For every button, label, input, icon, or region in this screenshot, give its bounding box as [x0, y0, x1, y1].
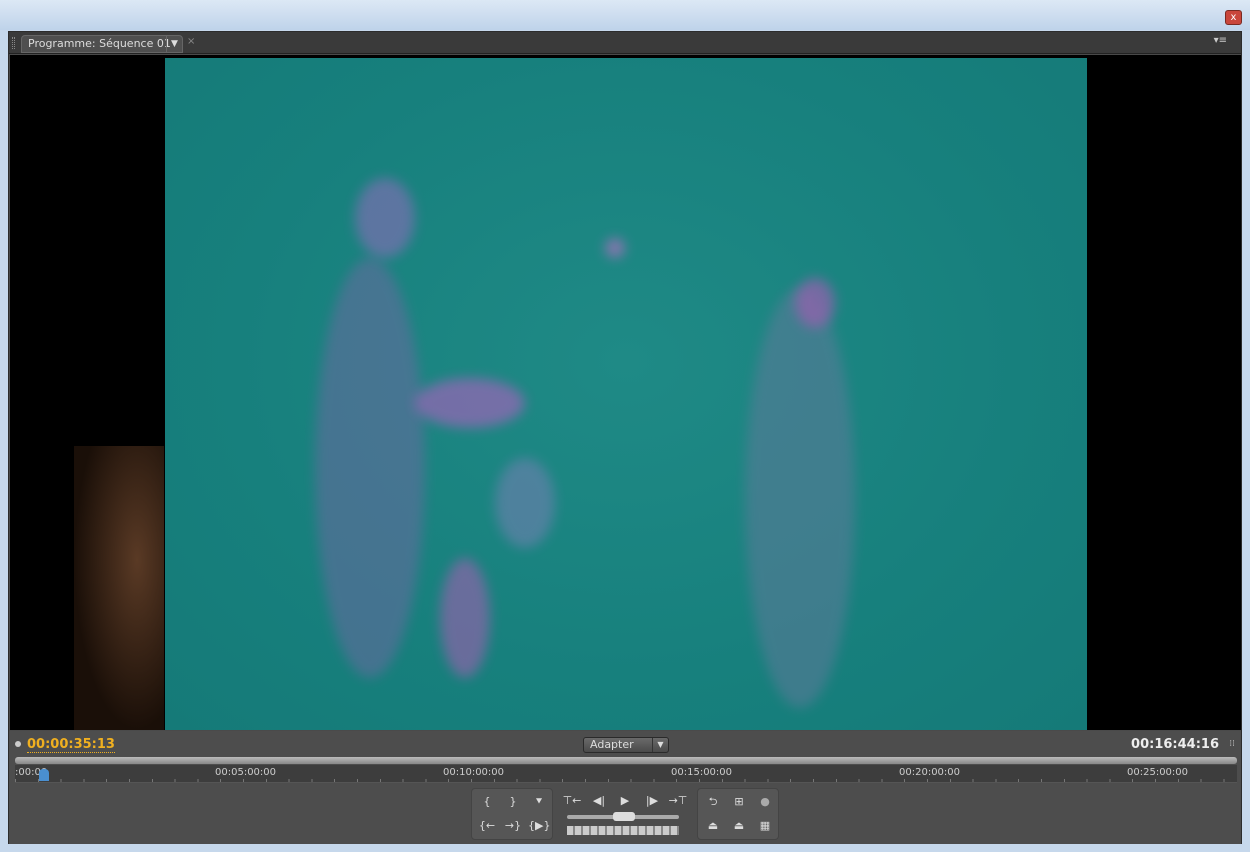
ruler-label: 00:05:00:00: [215, 767, 277, 778]
panel-grip-handle[interactable]: [12, 37, 15, 49]
output-button-group: ⮌ ⊞ ● ⏏ ⏏ ▦: [697, 788, 779, 840]
jog-wheel[interactable]: [567, 826, 679, 835]
monitor-controls: 00:00:35:13 Adapter ▼ 00:16:44:16 ⁞⁞ :00…: [9, 731, 1241, 844]
play-button[interactable]: ▶: [614, 792, 636, 810]
current-timecode[interactable]: 00:00:35:13: [27, 737, 115, 753]
ruler-label: 00:15:00:00: [671, 767, 733, 778]
playhead[interactable]: [39, 769, 49, 781]
shuttle-slider[interactable]: [567, 812, 679, 821]
tab-program-sequence[interactable]: Programme: Séquence 01 ▼: [21, 35, 183, 53]
extract-button[interactable]: ⏏: [728, 817, 750, 835]
settings-icon[interactable]: ⁞⁞: [1229, 739, 1235, 749]
tab-dropdown-icon[interactable]: ▼: [166, 36, 182, 52]
export-frame-button[interactable]: ▦: [754, 817, 776, 835]
panel-menu-icon[interactable]: ▾≡: [1214, 35, 1227, 46]
step-forward-button[interactable]: |▶: [641, 792, 663, 810]
ruler-label: 00:10:00:00: [443, 767, 505, 778]
window-close-button[interactable]: x: [1225, 10, 1242, 25]
transport-button-group: ⊤← ◀| ▶ |▶ →⊤: [469, 788, 699, 840]
timeline-zoom-scrollbar[interactable]: [15, 757, 1237, 764]
ruler-label: 00:20:00:00: [899, 767, 961, 778]
window-titlebar: x: [0, 0, 1250, 30]
video-preview[interactable]: [10, 55, 1241, 730]
panel-tab-bar: Programme: Séquence 01 ▼ × ▾≡: [9, 32, 1241, 54]
fit-zoom-select[interactable]: Adapter ▼: [583, 737, 669, 753]
go-to-next-edit-button[interactable]: →⊤: [667, 792, 689, 810]
go-to-previous-edit-button[interactable]: ⊤←: [561, 792, 583, 810]
duration-timecode: 00:16:44:16: [1131, 737, 1219, 752]
program-monitor-panel: Programme: Séquence 01 ▼ × ▾≡ 00:00:35:1…: [8, 31, 1242, 844]
shuttle-knob[interactable]: [613, 812, 635, 821]
timecode-marker-icon: [15, 741, 21, 747]
tab-label: Programme: Séquence 01: [28, 37, 171, 50]
video-frame: [165, 58, 1087, 730]
time-ruler[interactable]: :00:00 00:05:00:00 00:10:00:00 00:15:00:…: [15, 765, 1237, 783]
output-button[interactable]: ●: [754, 793, 776, 811]
safe-margins-button[interactable]: ⊞: [728, 793, 750, 811]
ruler-label: 00:25:00:00: [1127, 767, 1189, 778]
lift-button[interactable]: ⏏: [702, 817, 724, 835]
adjacent-clip-frame: [74, 446, 164, 730]
tab-close-icon[interactable]: ×: [187, 36, 195, 47]
step-back-button[interactable]: ◀|: [588, 792, 610, 810]
loop-button[interactable]: ⮌: [702, 793, 724, 811]
fit-label: Adapter: [590, 738, 634, 751]
chevron-down-icon: ▼: [652, 738, 668, 752]
